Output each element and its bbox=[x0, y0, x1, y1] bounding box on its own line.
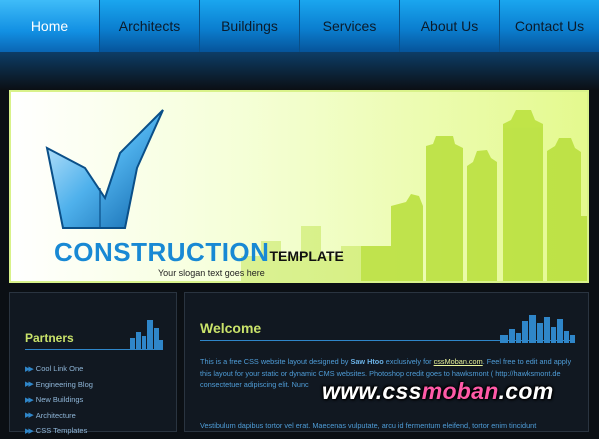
nav-architects[interactable]: Architects bbox=[100, 0, 200, 52]
partner-link-label: New Buildings bbox=[35, 395, 84, 405]
site-slogan: Your slogan text goes here bbox=[158, 268, 265, 278]
brand-subtitle: TEMPLATE bbox=[269, 248, 344, 264]
nav-services[interactable]: Services bbox=[300, 0, 400, 52]
partners-links: ▶▶ Cool Link One ▶▶ Engineering Blog ▶▶ New… bbox=[25, 361, 93, 439]
nav-services-label: Services bbox=[322, 18, 377, 34]
welcome-divider bbox=[200, 340, 572, 341]
double-arrow-icon: ▶▶ bbox=[25, 412, 34, 420]
partner-link[interactable]: ▶▶ Engineering Blog bbox=[25, 377, 93, 393]
double-arrow-icon: ▶▶ bbox=[25, 427, 34, 435]
nav-home-label: Home bbox=[30, 18, 69, 34]
double-arrow-icon: ▶▶ bbox=[25, 396, 34, 404]
partner-link[interactable]: ▶▶ CSS Templates bbox=[25, 423, 93, 439]
nav-about-us[interactable]: About Us bbox=[400, 0, 500, 52]
partner-link[interactable]: ▶▶ Cool Link One bbox=[25, 361, 93, 377]
nav-buildings-label: Buildings bbox=[221, 18, 278, 34]
author-name: Saw Htoo bbox=[350, 357, 384, 366]
para-text-2: exclusively for bbox=[385, 357, 432, 366]
partner-link-label: CSS Templates bbox=[35, 426, 88, 436]
nav-about-us-label: About Us bbox=[420, 18, 479, 34]
site-link[interactable]: cssMoban.com bbox=[434, 357, 483, 366]
header-banner: CONSTRUCTIONTEMPLATE Your slogan text go… bbox=[9, 90, 589, 283]
site-brand: CONSTRUCTIONTEMPLATE bbox=[54, 237, 344, 268]
double-arrow-icon: ▶▶ bbox=[25, 381, 34, 389]
nav-contact-us[interactable]: Contact Us bbox=[500, 0, 599, 52]
double-arrow-icon: ▶▶ bbox=[25, 365, 34, 373]
partner-link-label: Architecture bbox=[35, 410, 76, 420]
watermark: www.cssmoban.com bbox=[322, 378, 553, 405]
nav-architects-label: Architects bbox=[118, 18, 181, 34]
nav-contact-us-label: Contact Us bbox=[514, 18, 585, 34]
partner-link-label: Engineering Blog bbox=[35, 379, 93, 389]
welcome-skyline-icon bbox=[500, 315, 575, 343]
construction-logo-icon bbox=[45, 109, 164, 229]
brand-title: CONSTRUCTION bbox=[54, 237, 270, 267]
partners-panel: Partners ▶▶ Cool Link One ▶▶ Engineering B… bbox=[9, 292, 177, 435]
nav-buildings[interactable]: Buildings bbox=[200, 0, 300, 52]
mini-skyline-icon bbox=[130, 320, 163, 350]
watermark-part-2: moban bbox=[421, 378, 499, 404]
watermark-part-3: .com bbox=[498, 378, 554, 404]
partner-link[interactable]: ▶▶ Architecture bbox=[25, 408, 93, 424]
nav-home[interactable]: Home bbox=[0, 0, 100, 52]
watermark-part-1: www.css bbox=[322, 378, 422, 404]
welcome-panel: Welcome This is a free CSS website layou… bbox=[184, 292, 589, 432]
welcome-heading: Welcome bbox=[200, 320, 262, 336]
partners-heading: Partners bbox=[25, 331, 74, 345]
partner-link-label: Cool Link One bbox=[35, 364, 84, 374]
para-text-1: This is a free CSS website layout design… bbox=[200, 357, 349, 366]
partners-divider bbox=[25, 349, 161, 350]
nav-shadow bbox=[0, 52, 599, 90]
partner-link[interactable]: ▶▶ New Buildings bbox=[25, 392, 93, 408]
main-nav: Home Architects Buildings Services About… bbox=[0, 0, 599, 52]
para-text-4: consectetuer adipiscing elit. Nunc bbox=[200, 380, 309, 389]
